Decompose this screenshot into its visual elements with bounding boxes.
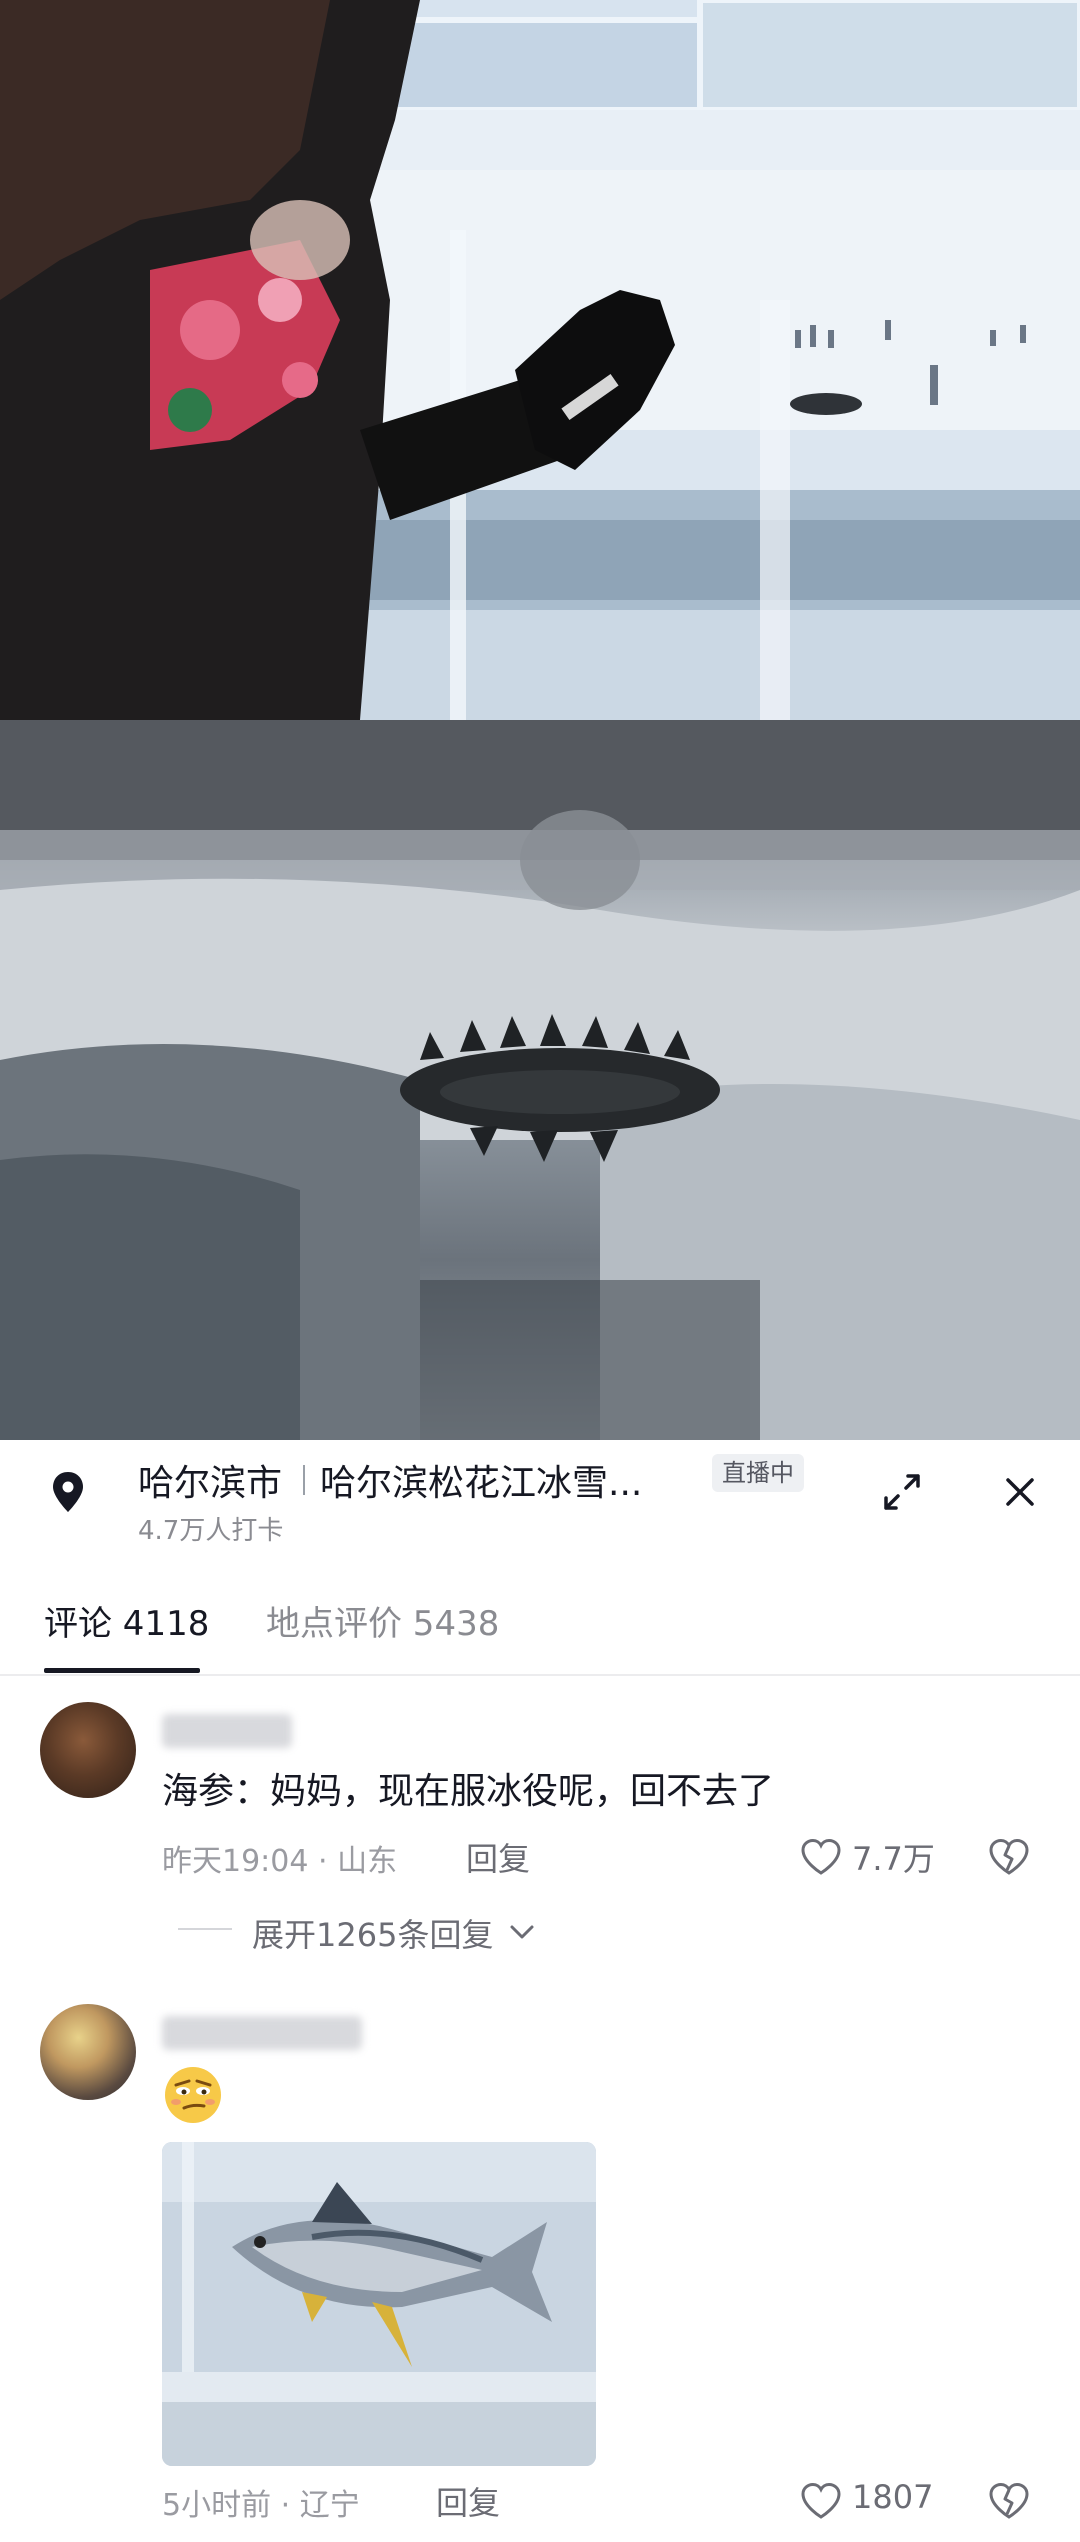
- live-badge[interactable]: 直播中: [712, 1454, 804, 1492]
- video-frame-top: [0, 0, 1080, 720]
- location-city[interactable]: 哈尔滨市: [138, 1454, 282, 1506]
- avatar[interactable]: [40, 2004, 136, 2100]
- tab-comments[interactable]: 评论 4118: [44, 1596, 209, 1645]
- close-icon[interactable]: [996, 1468, 1044, 1516]
- expand-replies[interactable]: 展开1265条回复: [252, 1910, 493, 1956]
- comment-text: 海参：妈妈，现在服冰役呢，回不去了: [162, 1771, 775, 1812]
- expand-arrows-icon[interactable]: [878, 1468, 926, 1516]
- location-place[interactable]: 哈尔滨松花江冰雪...: [320, 1454, 642, 1506]
- sea-cucumber-scene: [0, 720, 1080, 1440]
- tab-active-indicator: [44, 1668, 200, 1673]
- broken-heart-icon[interactable]: [988, 1838, 1030, 1876]
- location-checkins: 4.7万人打卡: [138, 1516, 284, 1546]
- broken-heart-icon[interactable]: [988, 2482, 1030, 2520]
- username-blurred[interactable]: [162, 1714, 292, 1748]
- fish-in-ice-image: [162, 2142, 596, 2466]
- like-count: 7.7万: [852, 1840, 935, 1878]
- tab-place-reviews[interactable]: 地点评价 5438: [266, 1596, 499, 1645]
- heart-outline-icon[interactable]: [800, 1838, 842, 1876]
- location-bar[interactable]: 哈尔滨市 哈尔滨松花江冰雪... 直播中 4.7万人打卡: [0, 1440, 1080, 1560]
- reply-button[interactable]: 回复: [466, 1834, 530, 1880]
- username-blurred[interactable]: [162, 2016, 362, 2050]
- comment-item: 5小时前 · 辽宁 回复 1807: [0, 1980, 1080, 2542]
- heart-outline-icon[interactable]: [800, 2482, 842, 2520]
- reply-button[interactable]: 回复: [436, 2478, 500, 2524]
- comment-tabs: 评论 4118 地点评价 5438: [0, 1560, 1080, 1676]
- video-player[interactable]: [0, 0, 1080, 1440]
- like-count: 1807: [852, 2478, 934, 2516]
- comment-item: 海参：妈妈，现在服冰役呢，回不去了 昨天19:04 · 山东 回复 7.7万 展…: [0, 1676, 1080, 2006]
- comment-meta: 5小时前 · 辽宁: [162, 2488, 360, 2523]
- smirk-emoji-icon: [165, 2067, 221, 2123]
- location-pin-icon: [53, 1472, 83, 1512]
- chevron-down-icon[interactable]: [508, 1922, 536, 1942]
- comment-image[interactable]: [162, 2142, 596, 2466]
- ice-wall-scene: [0, 0, 1080, 720]
- expand-divider: [178, 1928, 232, 1930]
- video-frame-bottom: [0, 720, 1080, 1440]
- location-separator: [303, 1465, 305, 1495]
- comment-meta: 昨天19:04 · 山东: [162, 1844, 398, 1879]
- avatar[interactable]: [40, 1702, 136, 1798]
